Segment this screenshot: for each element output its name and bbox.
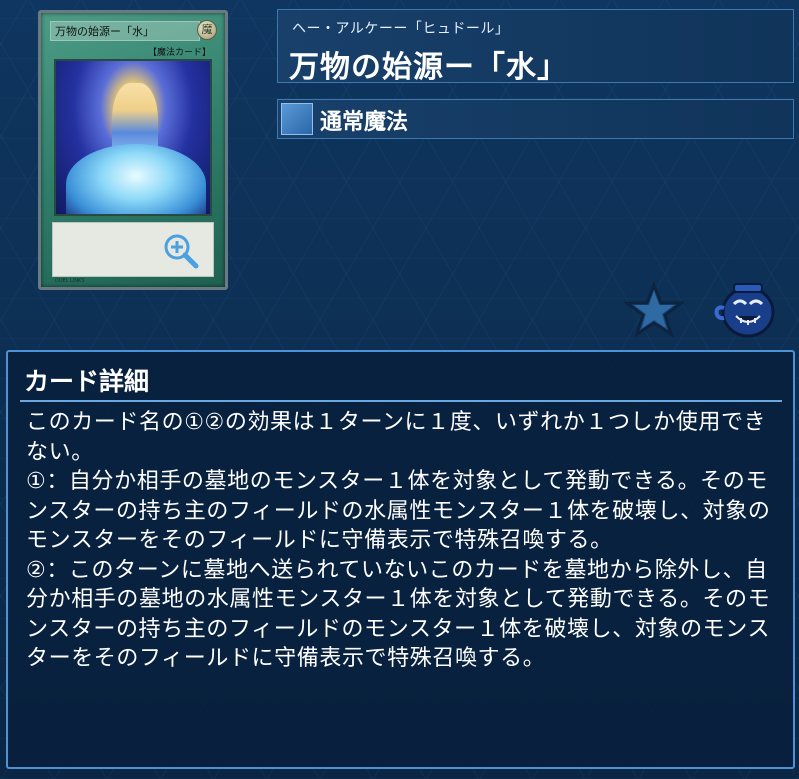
card-detail-panel[interactable]: カード詳細 このカード名の①②の効果は１ターンに１度、いずれか１つしか使用できな…: [6, 350, 795, 769]
star-icon[interactable]: [624, 282, 684, 338]
card-image-type: 【魔法カード】: [147, 48, 211, 58]
pot-icon[interactable]: [712, 278, 784, 340]
card-image-name: 万物の始源ー「水」: [50, 21, 200, 41]
artwork-water: [66, 144, 206, 214]
card-detail-divider: [20, 400, 782, 402]
card-image-description: [52, 222, 214, 277]
card-title: 万物の始源ー「水」: [289, 50, 568, 85]
card-image[interactable]: 万物の始源ー「水」 魔 【魔法カード】 DUEL LINKS: [38, 10, 228, 290]
card-detail-heading: カード詳細: [24, 367, 150, 396]
type-marker-icon: [281, 103, 313, 135]
zoom-in-icon[interactable]: [161, 231, 201, 271]
card-image-footer: DUEL LINKS: [55, 278, 85, 284]
card-name-ruby: ヘー・アルケーー「ヒュドール」: [292, 21, 510, 37]
card-effect-text: このカード名の①②の効果は１ターンに１度、いずれか１つしか使用できない。 ①：自…: [26, 410, 771, 671]
spell-attribute-icon: 魔: [197, 20, 217, 40]
card-name-panel: ヘー・アルケーー「ヒュドール」 万物の始源ー「水」: [277, 9, 794, 85]
card-type-label: 通常魔法: [320, 110, 409, 135]
card-artwork: [54, 59, 212, 216]
card-type-panel: 通常魔法: [277, 99, 794, 139]
